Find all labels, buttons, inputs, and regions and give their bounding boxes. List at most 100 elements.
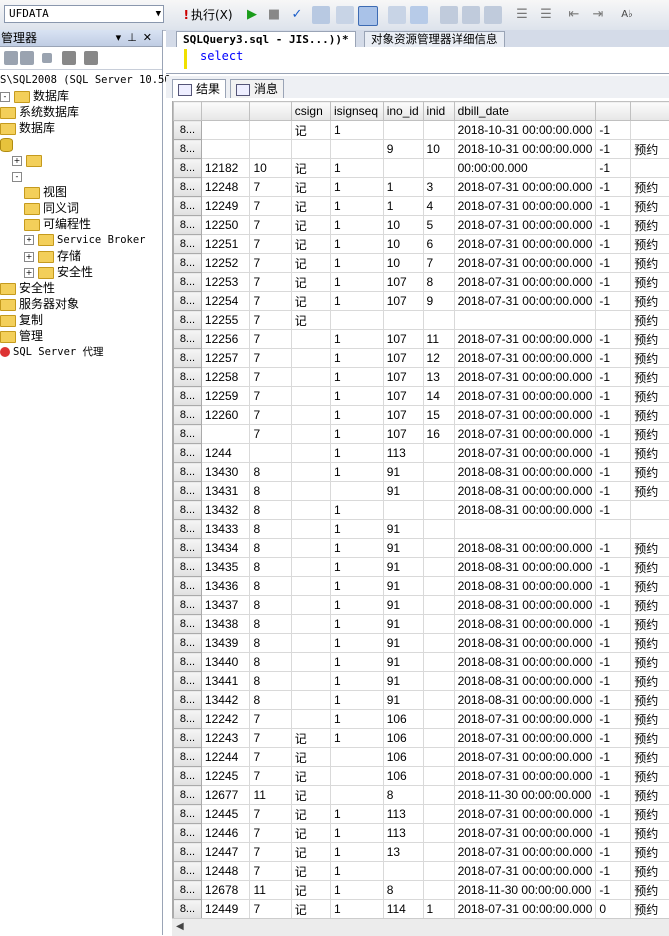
row-header[interactable]: 8... — [174, 140, 202, 159]
row-header[interactable]: 8... — [174, 710, 202, 729]
table-cell[interactable]: 107 — [383, 349, 423, 368]
table-cell[interactable]: 2018-08-31 00:00:00.000 — [454, 596, 596, 615]
table-row[interactable]: 8...122517记11062018-07-31 00:00:00.000-1… — [174, 235, 669, 254]
table-row[interactable]: 8...1343081912018-08-31 00:00:00.000-1预约 — [174, 463, 669, 482]
table-cell[interactable]: 7 — [250, 292, 291, 311]
table-cell[interactable] — [423, 463, 454, 482]
row-header[interactable]: 8... — [174, 691, 202, 710]
table-cell[interactable]: 8 — [250, 596, 291, 615]
table-cell[interactable]: 12447 — [201, 843, 250, 862]
row-header[interactable]: 8... — [174, 311, 202, 330]
table-cell[interactable]: 12257 — [201, 349, 250, 368]
table-cell[interactable]: 13430 — [201, 463, 250, 482]
debug-play-icon[interactable]: ▶ — [244, 5, 260, 25]
table-cell[interactable]: 91 — [383, 691, 423, 710]
table-cell[interactable]: 2018-07-31 00:00:00.000 — [454, 425, 596, 444]
table-cell[interactable] — [291, 444, 330, 463]
table-cell[interactable]: 91 — [383, 577, 423, 596]
tree-node[interactable]: - — [12, 168, 26, 184]
table-cell[interactable] — [250, 444, 291, 463]
results-grid-icon[interactable] — [462, 6, 480, 24]
table-cell[interactable] — [423, 710, 454, 729]
tree-node[interactable] — [0, 136, 16, 152]
table-row[interactable]: 8...1343581912018-08-31 00:00:00.000-1预约 — [174, 558, 669, 577]
table-cell[interactable]: 7 — [250, 425, 291, 444]
table-cell[interactable]: 12249 — [201, 197, 250, 216]
row-header[interactable]: 8... — [174, 330, 202, 349]
table-cell[interactable]: 106 — [383, 748, 423, 767]
table-cell[interactable]: 1 — [330, 729, 383, 748]
table-row[interactable]: 8...1225871107132018-07-31 00:00:00.000-… — [174, 368, 669, 387]
table-cell[interactable]: 记 — [291, 729, 330, 748]
grid-corner[interactable] — [174, 102, 202, 121]
table-cell[interactable]: 7 — [250, 862, 291, 881]
table-cell[interactable]: -1 — [596, 254, 631, 273]
table-cell[interactable]: 12251 — [201, 235, 250, 254]
table-cell[interactable] — [201, 140, 250, 159]
table-cell[interactable]: 5 — [423, 216, 454, 235]
table-cell[interactable]: -1 — [596, 159, 631, 178]
table-cell[interactable]: 1 — [330, 805, 383, 824]
table-cell[interactable]: 记 — [291, 862, 330, 881]
table-cell[interactable]: 9 — [383, 140, 423, 159]
table-row[interactable]: 8...124497记111412018-07-31 00:00:00.0000… — [174, 900, 669, 919]
table-cell[interactable]: 7 — [250, 843, 291, 862]
table-row[interactable]: 8...1267811记182018-11-30 00:00:00.000-1预… — [174, 881, 669, 900]
table-cell[interactable] — [383, 501, 423, 520]
table-cell[interactable]: 1 — [330, 197, 383, 216]
table-cell[interactable] — [250, 140, 291, 159]
table-cell[interactable]: 1 — [330, 444, 383, 463]
table-cell[interactable]: 记 — [291, 216, 330, 235]
table-cell[interactable]: 107 — [383, 330, 423, 349]
table-cell[interactable]: 12243 — [201, 729, 250, 748]
table-cell[interactable]: 预约 — [631, 216, 669, 235]
table-cell[interactable] — [291, 634, 330, 653]
row-header[interactable]: 8... — [174, 178, 202, 197]
table-cell[interactable] — [596, 520, 631, 539]
table-cell[interactable] — [423, 311, 454, 330]
table-cell[interactable]: -1 — [596, 748, 631, 767]
tree-node[interactable]: -数据库 — [0, 88, 69, 104]
table-row[interactable]: 8...134338191 — [174, 520, 669, 539]
table-cell[interactable]: 记 — [291, 292, 330, 311]
table-cell[interactable]: 1 — [330, 349, 383, 368]
table-cell[interactable]: 8 — [383, 786, 423, 805]
row-header[interactable]: 8... — [174, 539, 202, 558]
table-cell[interactable] — [291, 330, 330, 349]
table-cell[interactable]: -1 — [596, 216, 631, 235]
table-cell[interactable] — [291, 539, 330, 558]
server-node[interactable]: S\SQL2008 (SQL Server 10.50 — [0, 72, 171, 88]
table-cell[interactable]: 13440 — [201, 653, 250, 672]
table-cell[interactable] — [423, 729, 454, 748]
table-cell[interactable]: 16 — [423, 425, 454, 444]
row-header[interactable]: 8... — [174, 425, 202, 444]
close-icon[interactable]: ✕ — [143, 31, 158, 44]
row-header[interactable]: 8... — [174, 577, 202, 596]
row-header[interactable]: 8... — [174, 843, 202, 862]
table-row[interactable]: 8...124411132018-07-31 00:00:00.000-1预约 — [174, 444, 669, 463]
table-cell[interactable]: 2018-07-31 00:00:00.000 — [454, 900, 596, 919]
table-cell[interactable]: 7 — [250, 710, 291, 729]
table-cell[interactable]: 91 — [383, 653, 423, 672]
table-cell[interactable]: 2018-10-31 00:00:00.000 — [454, 121, 596, 140]
table-cell[interactable]: 预约 — [631, 558, 669, 577]
table-cell[interactable]: 2018-07-31 00:00:00.000 — [454, 862, 596, 881]
table-cell[interactable] — [383, 311, 423, 330]
table-cell[interactable] — [291, 140, 330, 159]
table-cell[interactable]: 1 — [330, 558, 383, 577]
table-cell[interactable]: -1 — [596, 615, 631, 634]
table-cell[interactable]: -1 — [596, 672, 631, 691]
table-cell[interactable]: 1 — [330, 596, 383, 615]
table-cell[interactable]: 记 — [291, 178, 330, 197]
table-cell[interactable]: 2018-07-31 00:00:00.000 — [454, 767, 596, 786]
table-cell[interactable]: 预约 — [631, 368, 669, 387]
table-row[interactable]: 8...1343981912018-08-31 00:00:00.000-1预约 — [174, 634, 669, 653]
table-cell[interactable]: 记 — [291, 311, 330, 330]
table-row[interactable]: 8...1225771107122018-07-31 00:00:00.000-… — [174, 349, 669, 368]
table-cell[interactable] — [631, 159, 669, 178]
row-header[interactable]: 8... — [174, 387, 202, 406]
table-cell[interactable] — [423, 159, 454, 178]
table-cell[interactable] — [330, 748, 383, 767]
table-cell[interactable]: -1 — [596, 235, 631, 254]
table-cell[interactable]: -1 — [596, 634, 631, 653]
